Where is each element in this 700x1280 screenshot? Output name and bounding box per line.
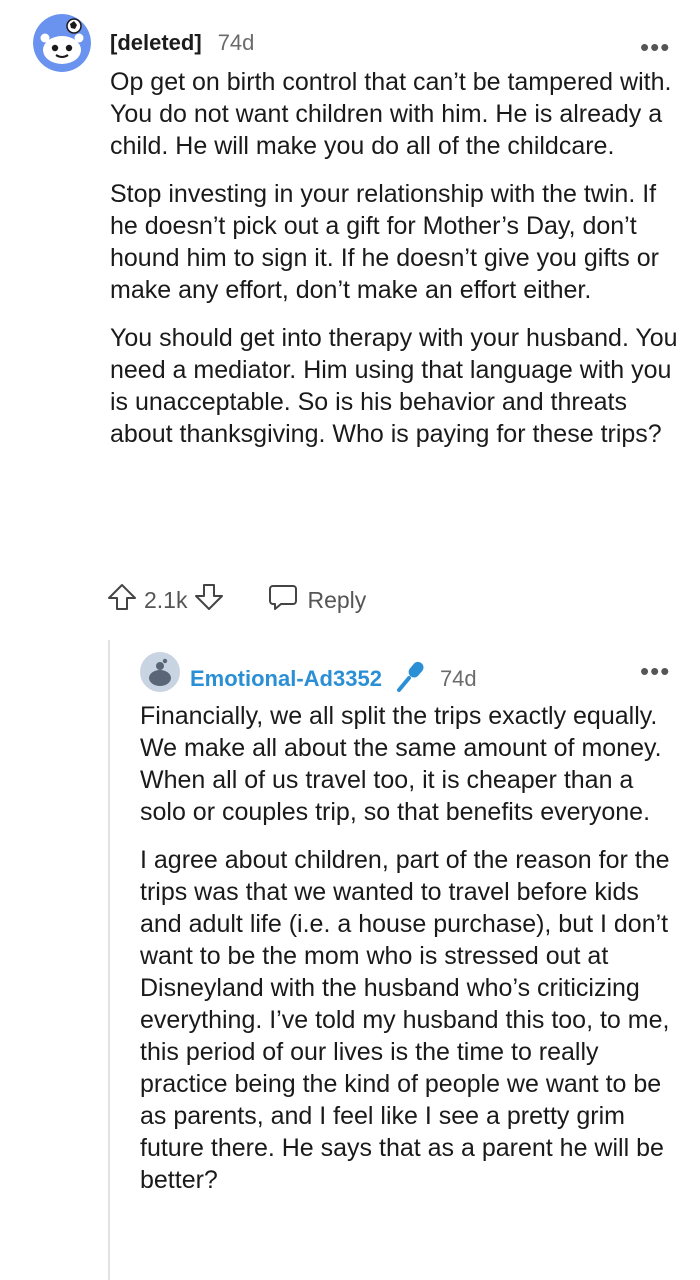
comment-body: Op get on birth control that can’t be ta… [110,66,680,466]
comment-meta: [deleted] 74d [110,30,254,56]
more-options-icon[interactable]: ••• [640,658,670,684]
comment-meta: Emotional-Ad3352 74d [190,659,477,699]
vote-count: 2.1k [144,586,188,613]
more-options-icon[interactable]: ••• [640,34,670,60]
upvote-arrow-icon[interactable] [106,581,138,619]
reply-button[interactable]: Reply [267,581,366,619]
microphone-icon [394,659,428,699]
comment-paragraph: You should get into therapy with your hu… [110,324,678,448]
speech-bubble-icon [267,581,299,619]
reply-label: Reply [307,586,367,613]
avatar[interactable] [140,652,180,692]
vote-group: 2.1k [106,581,225,619]
comment-paragraph: Stop investing in your relationship with… [110,180,659,304]
comment-body: Financially, we all split the trips exac… [140,700,680,1212]
comment-actions: 2.1k Reply [106,580,366,620]
avatar[interactable] [33,14,91,72]
snoo-avatar-icon [140,652,180,692]
author-name[interactable]: Emotional-Ad3352 [190,666,382,692]
comment-age: 74d [217,30,255,55]
comment-paragraph: Op get on birth control that can’t be ta… [110,68,672,160]
author-name[interactable]: [deleted] [110,30,202,56]
thread-line[interactable] [108,640,110,1280]
downvote-arrow-icon[interactable] [193,581,225,619]
comment-age: 74d [439,666,477,691]
comment-paragraph: Financially, we all split the trips exac… [140,702,662,826]
comment-paragraph: I agree about children, part of the reas… [140,846,670,1194]
snoo-avatar-icon [33,14,91,72]
